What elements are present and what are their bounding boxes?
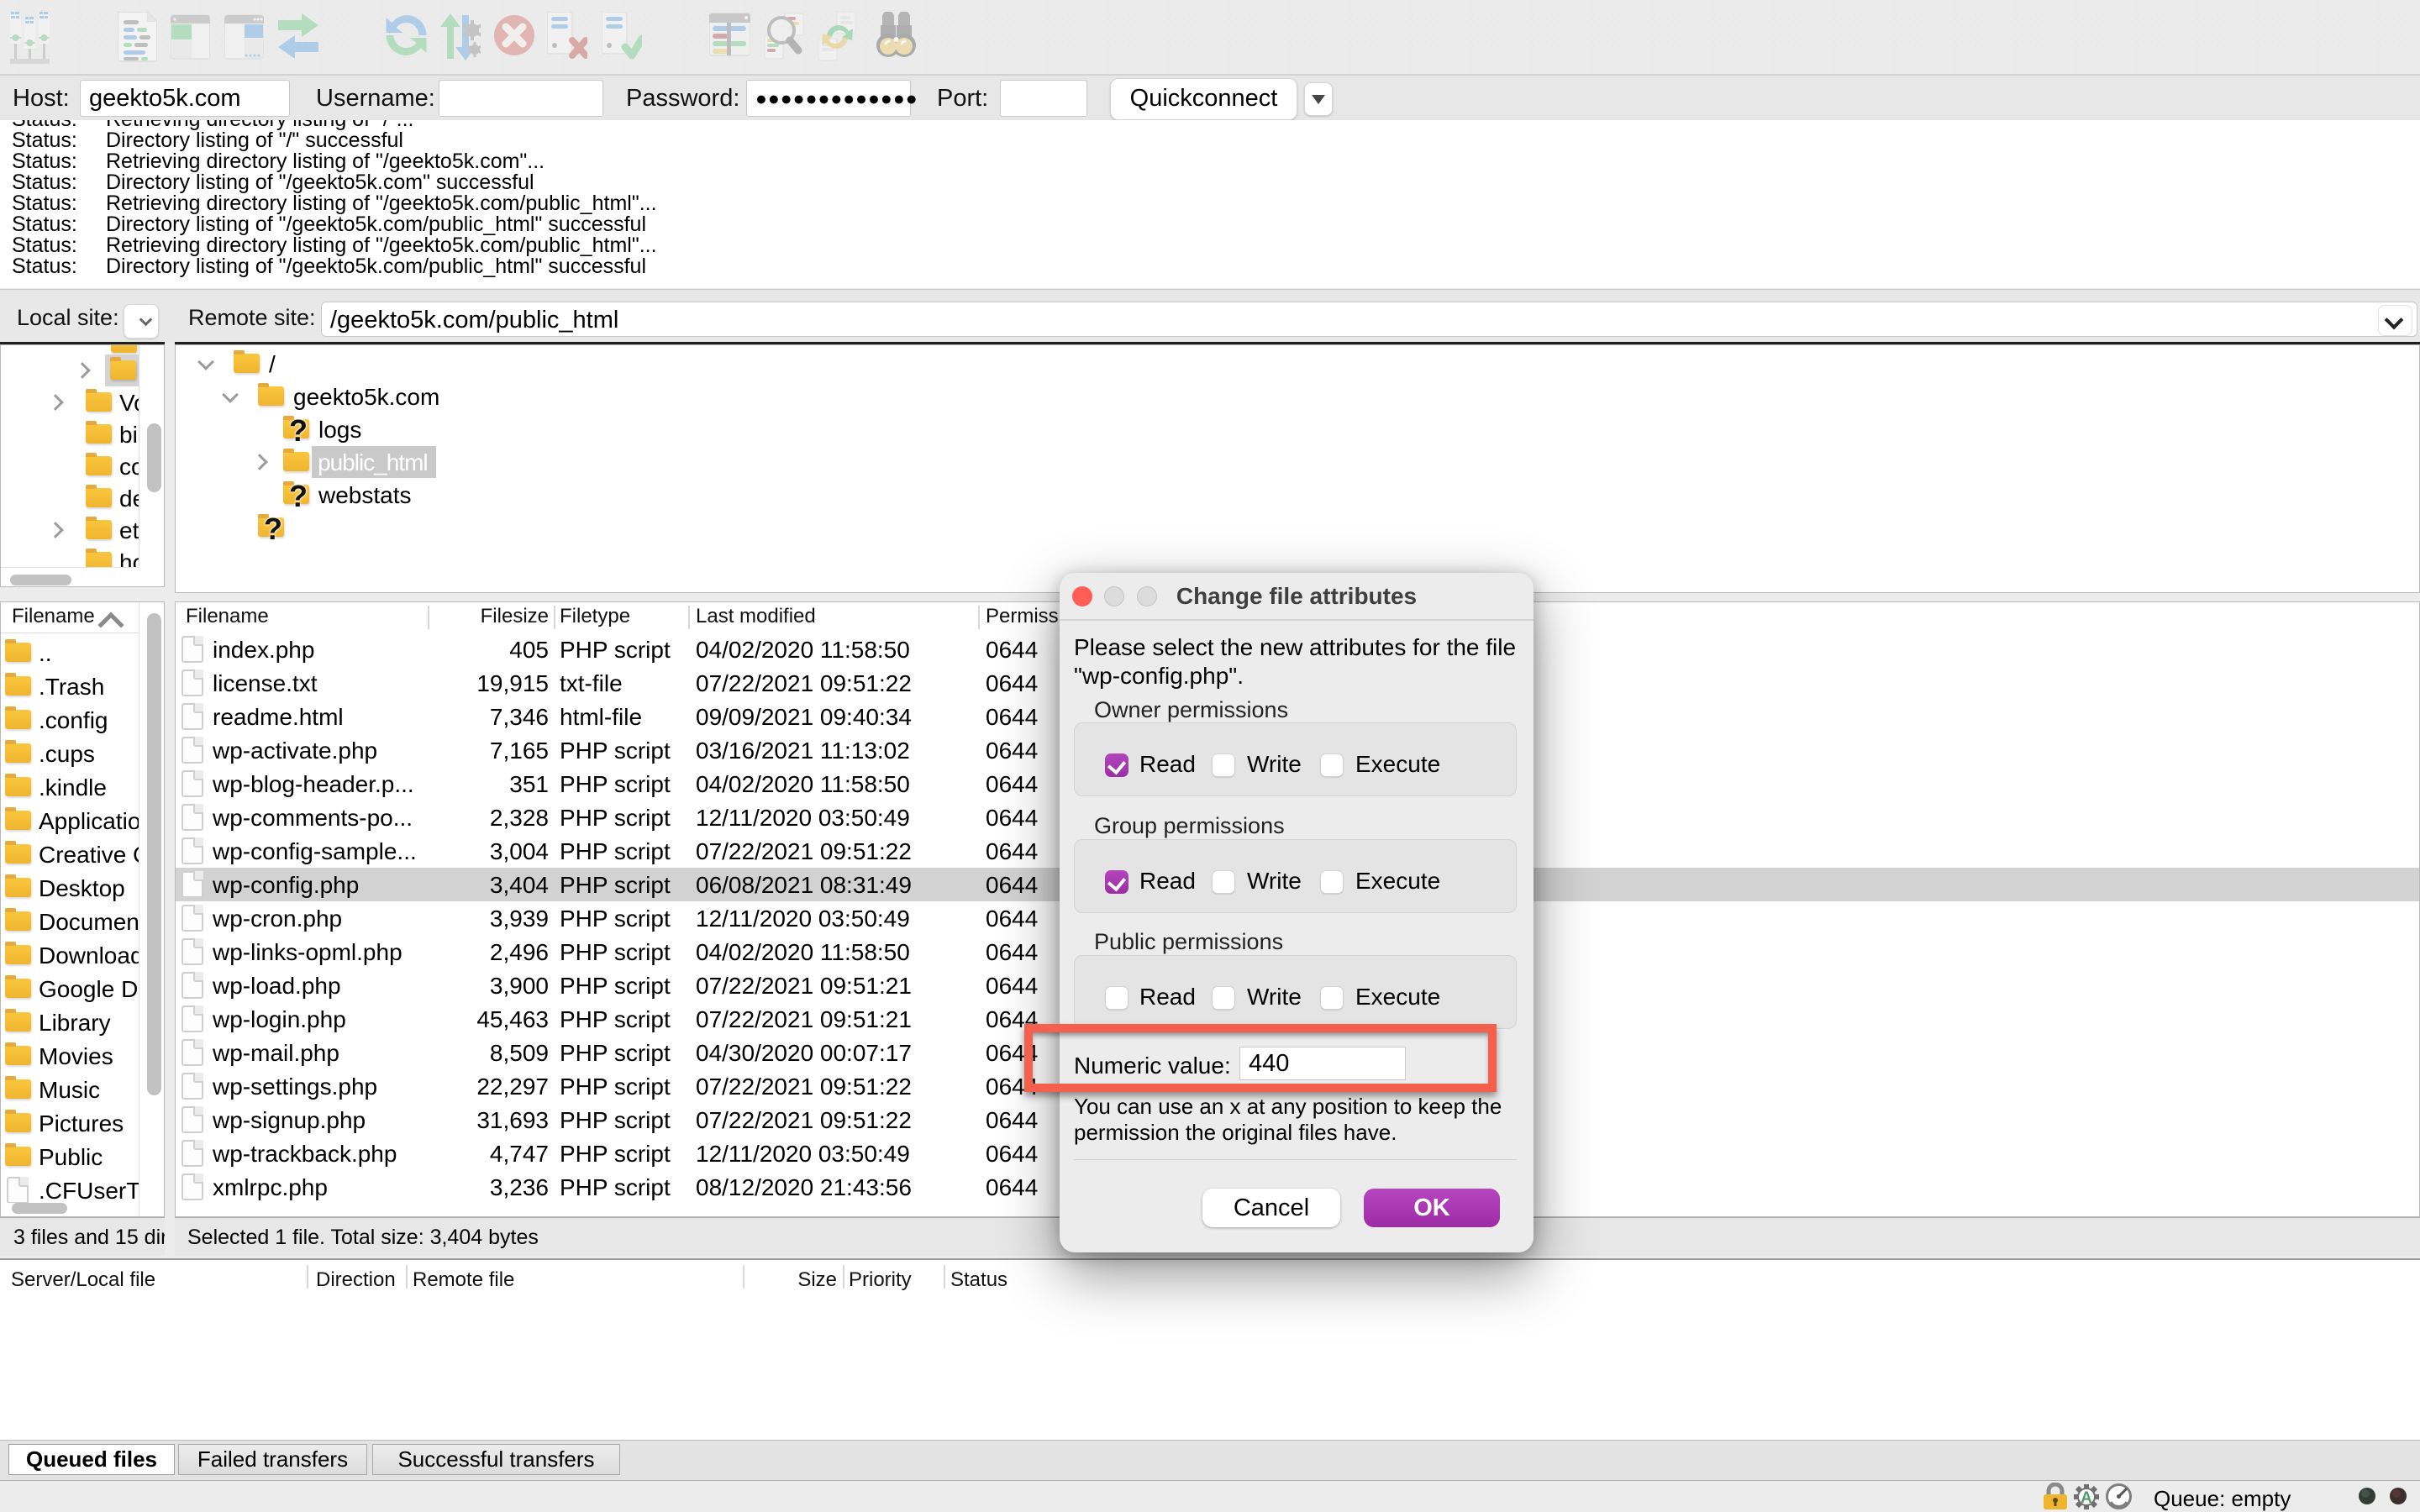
- svg-text:A: A: [2081, 1489, 2092, 1507]
